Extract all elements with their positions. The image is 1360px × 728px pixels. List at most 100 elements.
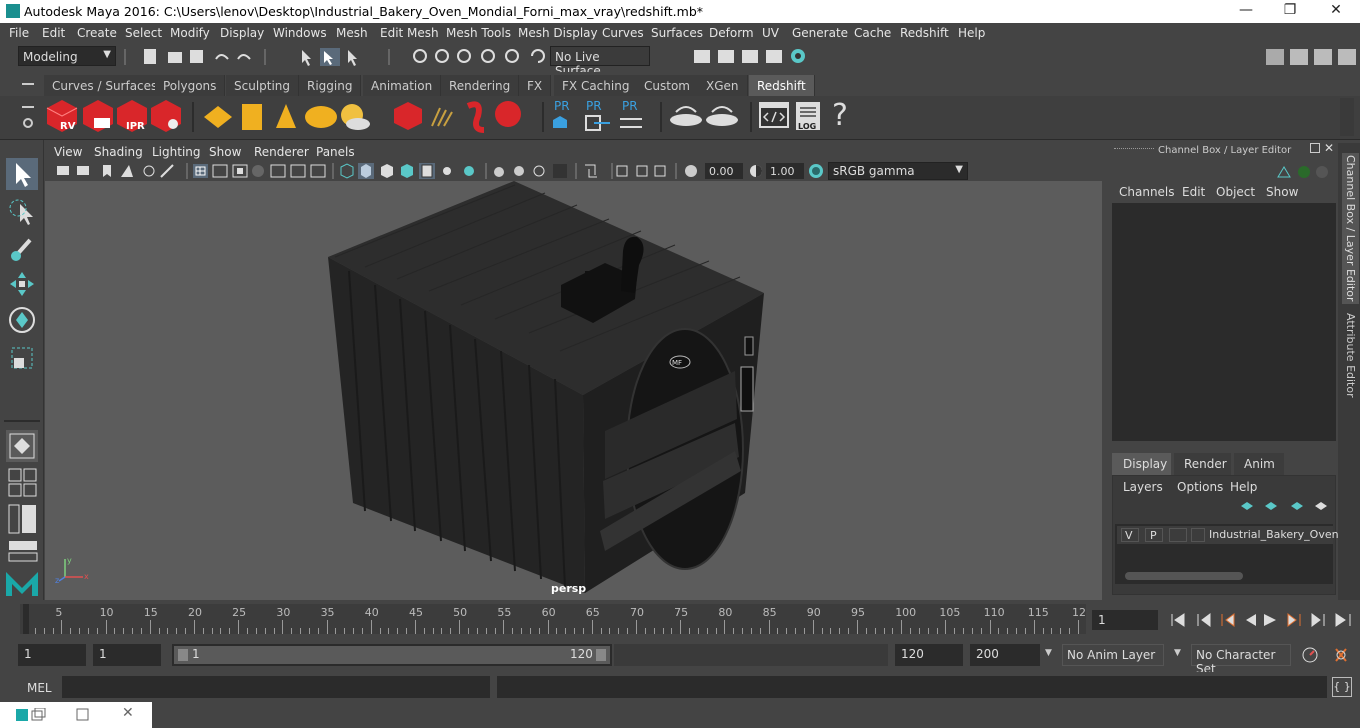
help-question-icon[interactable]: ? — [832, 98, 848, 133]
layers-menu[interactable]: Layers — [1123, 480, 1163, 494]
color-space-dropdown[interactable]: sRGB gamma ▼ — [828, 162, 968, 180]
menu-modify[interactable]: Modify — [170, 26, 210, 40]
time-ruler[interactable]: 1510152025303540455055606570758085909510… — [20, 604, 1086, 634]
current-time-indicator[interactable] — [23, 604, 29, 634]
character-set-dropdown[interactable]: No Character Set — [1191, 644, 1291, 676]
layer-list-scrollbar[interactable] — [1125, 572, 1243, 580]
tab-rendering[interactable]: Rendering — [441, 75, 520, 96]
channel-object-menu[interactable]: Object — [1216, 185, 1255, 199]
redshift-ipr-icon[interactable]: IPR — [114, 98, 150, 134]
menu-edit[interactable]: Edit — [42, 26, 65, 40]
layer-tab-render[interactable]: Render — [1174, 453, 1231, 475]
minimize-button[interactable]: — — [1236, 2, 1256, 20]
mode-dropdown[interactable]: Modeling ▼ — [18, 46, 116, 66]
rotate-tool-button[interactable] — [6, 304, 38, 336]
scale-tool-button[interactable] — [6, 342, 38, 374]
tab-polygons[interactable]: Polygons — [155, 75, 226, 96]
anim-layer-dropdown[interactable]: No Anim Layer — [1062, 644, 1164, 666]
range-end-field[interactable]: 120 — [895, 644, 963, 666]
shelf-settings-icons[interactable] — [18, 106, 38, 132]
layer-tab-anim[interactable]: Anim — [1234, 453, 1284, 475]
start-time-field[interactable]: 1 — [18, 644, 86, 666]
menu-deform[interactable]: Deform — [709, 26, 754, 40]
tab-fx[interactable]: FX — [519, 75, 552, 96]
four-view-layout-icon[interactable] — [8, 468, 38, 498]
menu-mesh-tools[interactable]: Mesh Tools — [446, 26, 511, 40]
gamma-field[interactable]: 1.00 — [766, 163, 804, 179]
menu-redshift[interactable]: Redshift — [900, 26, 949, 40]
panel-menu-renderer[interactable]: Renderer — [254, 145, 309, 159]
range-bar-end-handle[interactable] — [596, 649, 606, 661]
tab-custom[interactable]: Custom — [636, 75, 699, 96]
mel-label[interactable]: MEL — [27, 681, 52, 695]
panel-menu-shading[interactable]: Shading — [94, 145, 143, 159]
maximize-button[interactable]: ❐ — [1280, 2, 1300, 20]
restore-window-icon[interactable] — [16, 708, 46, 722]
side-tab-attribute-editor[interactable]: Attribute Editor — [1342, 311, 1359, 400]
perspective-viewport[interactable]: MF persp y x z — [45, 181, 1102, 600]
layer-row[interactable]: V P Industrial_Bakery_Oven_ — [1117, 526, 1344, 544]
close-panel-icon[interactable]: ✕ — [1324, 141, 1334, 155]
taskbar-window-thumbnail[interactable]: ✕ — [0, 702, 152, 728]
layer-playback-toggle[interactable]: P — [1145, 528, 1163, 542]
menu-curves[interactable]: Curves — [602, 26, 644, 40]
move-tool-button[interactable] — [6, 268, 38, 300]
menu-surfaces[interactable]: Surfaces — [651, 26, 703, 40]
channel-list[interactable] — [1112, 203, 1336, 441]
tab-fx-caching[interactable]: FX Caching — [554, 75, 639, 96]
panel-menu-lighting[interactable]: Lighting — [152, 145, 201, 159]
layer-name[interactable]: Industrial_Bakery_Oven_ — [1209, 528, 1344, 541]
select-tool-button[interactable] — [6, 158, 38, 190]
mel-input[interactable] — [62, 676, 490, 698]
channel-show-menu[interactable]: Show — [1266, 185, 1298, 199]
close-window-icon[interactable]: ✕ — [122, 705, 134, 721]
redshift-code-icon[interactable] — [758, 100, 790, 132]
menu-edit-mesh[interactable]: Edit Mesh — [380, 26, 439, 40]
menu-mesh-display[interactable]: Mesh Display — [518, 26, 598, 40]
float-panel-icon[interactable] — [1310, 143, 1320, 153]
tab-curves-surfaces[interactable]: Curves / Surfaces — [44, 75, 167, 96]
tab-redshift[interactable]: Redshift — [749, 75, 815, 96]
exposure-field[interactable]: 0.00 — [705, 163, 743, 179]
menu-help[interactable]: Help — [958, 26, 985, 40]
chevron-down-icon[interactable]: ▼ — [1045, 648, 1052, 658]
paint-select-tool-button[interactable] — [6, 232, 38, 264]
side-tab-channel-box[interactable]: Channel Box / Layer Editor — [1342, 153, 1359, 304]
range-start-field[interactable]: 1 — [93, 644, 161, 666]
shelf-menu-icon[interactable] — [22, 83, 34, 85]
panel-grip[interactable] — [1114, 148, 1154, 152]
layer-options-menu[interactable]: Options — [1177, 480, 1223, 494]
lasso-tool-button[interactable] — [6, 196, 38, 228]
panel-menu-panels[interactable]: Panels — [316, 145, 355, 159]
menu-cache[interactable]: Cache — [854, 26, 891, 40]
menu-create[interactable]: Create — [77, 26, 117, 40]
maximize-window-icon[interactable] — [76, 708, 90, 722]
live-surface-field[interactable]: No Live Surface — [550, 46, 650, 78]
layer-type-toggle[interactable] — [1169, 528, 1187, 542]
range-bar-track[interactable]: 1 120 — [172, 644, 612, 666]
layer-tab-display[interactable]: Display — [1112, 453, 1171, 475]
layer-visibility-toggle[interactable]: V — [1121, 528, 1139, 542]
graph-layout-icon[interactable] — [8, 540, 38, 562]
redshift-render-view-icon[interactable]: RV — [44, 98, 80, 134]
color-management-icon[interactable] — [807, 163, 825, 181]
range-bar[interactable]: 1 120 — [174, 646, 610, 664]
current-frame-field[interactable]: 1 — [1092, 610, 1158, 630]
channels-menu[interactable]: Channels — [1119, 185, 1175, 199]
menu-file[interactable]: File — [9, 26, 29, 40]
script-editor-icon[interactable]: { } — [1332, 677, 1352, 697]
redshift-log-icon[interactable]: LOG — [794, 100, 824, 134]
tab-xgen[interactable]: XGen — [698, 75, 748, 96]
shelf-scrollbar[interactable] — [1340, 98, 1354, 136]
tab-sculpting[interactable]: Sculpting — [226, 75, 300, 96]
outliner-layout-icon[interactable] — [8, 504, 38, 534]
end-time-field[interactable]: 200 — [970, 644, 1040, 666]
chevron-down-icon[interactable]: ▼ — [1174, 648, 1181, 658]
close-button[interactable]: ✕ — [1326, 2, 1346, 20]
panel-menu-show[interactable]: Show — [209, 145, 241, 159]
menu-windows[interactable]: Windows — [273, 26, 327, 40]
menu-mesh[interactable]: Mesh — [336, 26, 368, 40]
single-perspective-layout-button[interactable] — [6, 430, 38, 462]
menu-select[interactable]: Select — [125, 26, 162, 40]
layer-color-swatch[interactable] — [1191, 528, 1205, 542]
